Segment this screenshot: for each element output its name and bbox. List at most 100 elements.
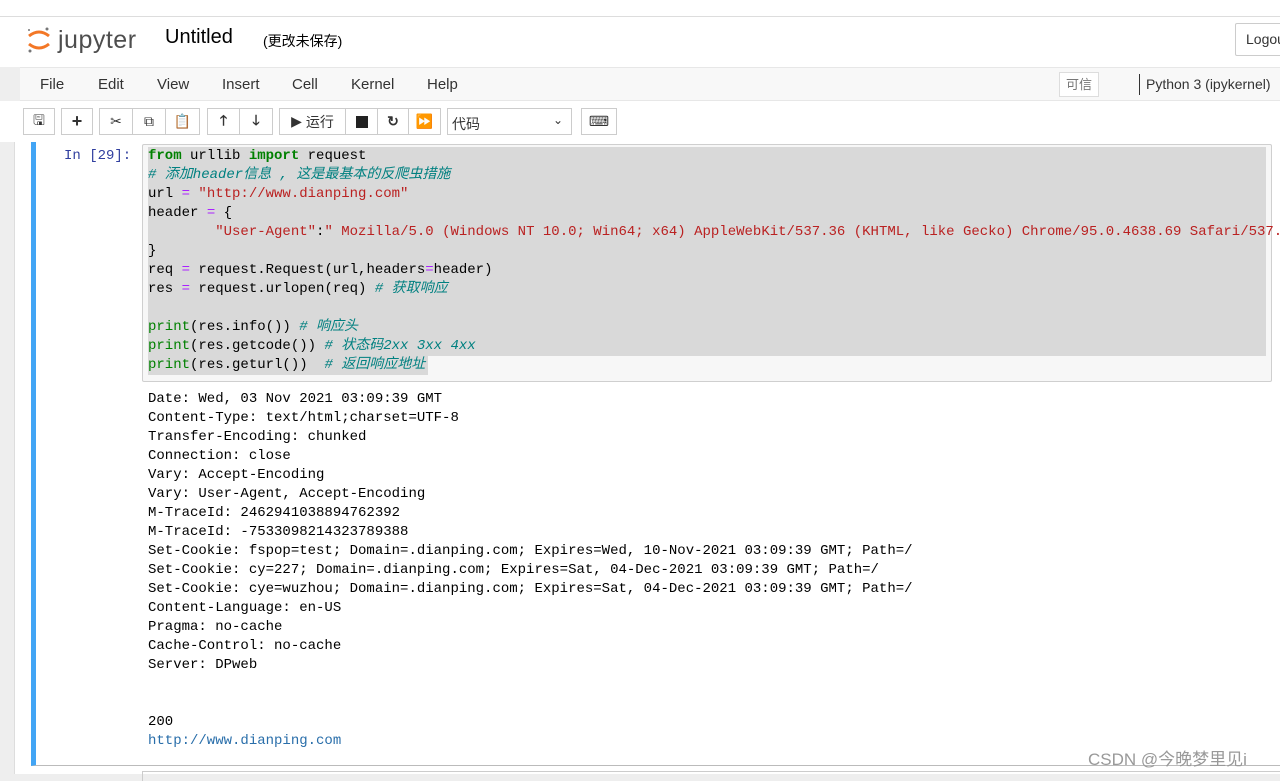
menu-cell[interactable]: Cell bbox=[292, 76, 318, 93]
jupyter-logo-icon bbox=[28, 27, 50, 53]
jupyter-logo[interactable]: jupyter bbox=[26, 25, 137, 55]
restart-run-all-button[interactable]: ⏩ bbox=[408, 108, 441, 135]
code-token: header bbox=[148, 205, 207, 221]
code-token: # 获取响应 bbox=[374, 281, 448, 297]
restart-icon: ↻ bbox=[387, 113, 399, 129]
menu-view[interactable]: View bbox=[157, 76, 189, 93]
cell-output: Date: Wed, 03 Nov 2021 03:09:39 GMT Conte… bbox=[148, 390, 913, 751]
code-token: print bbox=[148, 357, 191, 373]
paste-icon: 📋 bbox=[173, 113, 192, 129]
output-line: Pragma: no-cache bbox=[148, 619, 283, 635]
output-line: Server: DPweb bbox=[148, 657, 258, 673]
command-palette-button[interactable]: ⌨ bbox=[581, 108, 617, 135]
bookmarks-bar bbox=[0, 0, 1280, 17]
menu-insert[interactable]: Insert bbox=[222, 76, 260, 93]
code-token: (res.info()) bbox=[190, 319, 300, 335]
trusted-indicator[interactable]: 可信 bbox=[1059, 72, 1099, 97]
menu-help[interactable]: Help bbox=[427, 76, 458, 93]
kernel-name: Python 3 (ipykernel) bbox=[1139, 74, 1271, 95]
menu-file[interactable]: File bbox=[40, 76, 64, 93]
code-editor[interactable]: from urllib import request # 添加header信息 ,… bbox=[142, 144, 1280, 382]
cut-icon: ✂ bbox=[110, 113, 122, 129]
code-token: print bbox=[148, 338, 191, 354]
code-line: } bbox=[148, 242, 1266, 261]
menu-bar: File Edit View Insert Cell Kernel Help 可… bbox=[20, 67, 1280, 101]
code-token: = bbox=[181, 262, 191, 278]
code-text[interactable]: from urllib import request # 添加header信息 ,… bbox=[148, 147, 1280, 375]
code-token: { bbox=[215, 205, 233, 221]
code-token: "User-Agent" bbox=[215, 224, 317, 240]
code-line bbox=[148, 299, 1266, 318]
output-line: Set-Cookie: cye=wuzhou; Domain=.dianping… bbox=[148, 581, 913, 597]
notebook-header: jupyter Untitled (更改未保存) Logout bbox=[0, 17, 1280, 67]
run-icon: ▶ bbox=[291, 113, 302, 129]
code-line: res = request.urlopen(req) # 获取响应 bbox=[148, 280, 1266, 299]
code-line: print(res.getcode()) # 状态码2xx 3xx 4xx bbox=[148, 337, 1266, 356]
output-line: Set-Cookie: fspop=test; Domain=.dianping… bbox=[148, 543, 913, 559]
code-token: request.urlopen(req) bbox=[190, 281, 375, 297]
save-button[interactable]: 🖫 bbox=[23, 108, 55, 135]
code-token: res bbox=[148, 281, 182, 297]
output-line: M-TraceId: -7533098214323789388 bbox=[148, 524, 409, 540]
cell-type-value: 代码 bbox=[452, 116, 480, 132]
code-token: = bbox=[181, 281, 191, 297]
menu-kernel[interactable]: Kernel bbox=[351, 76, 394, 93]
arrow-down-icon: 🡓 bbox=[252, 111, 260, 128]
code-token: from bbox=[148, 148, 182, 164]
code-line: req = request.Request(url,headers=header… bbox=[148, 261, 1266, 280]
code-line: from urllib import request bbox=[148, 147, 1266, 166]
output-line: Vary: Accept-Encoding bbox=[148, 467, 325, 483]
code-token: (res.geturl()) bbox=[190, 357, 325, 373]
code-token: print bbox=[148, 319, 191, 335]
code-token: = bbox=[206, 205, 216, 221]
insert-cell-button[interactable]: + bbox=[61, 108, 93, 135]
code-cell[interactable]: In [29]: from urllib import request # 添加h… bbox=[31, 142, 1280, 766]
code-line: print(res.geturl()) # 返回响应地址 bbox=[148, 356, 428, 375]
chevron-down-icon: ⌄ bbox=[552, 113, 563, 127]
code-line: # 添加header信息 , 这是最基本的反爬虫措施 bbox=[148, 166, 1266, 185]
code-token: import bbox=[248, 148, 300, 164]
notebook-title[interactable]: Untitled bbox=[165, 26, 233, 49]
code-token: urllib bbox=[181, 148, 249, 164]
restart-button[interactable]: ↻ bbox=[377, 108, 409, 135]
output-line: Transfer-Encoding: chunked bbox=[148, 429, 367, 445]
code-token: " Mozilla/5.0 (Windows NT 10.0; Win64; x… bbox=[324, 224, 1280, 240]
output-line: 200 bbox=[148, 714, 174, 730]
code-token: request.Request(url,headers bbox=[190, 262, 426, 278]
cell-type-select[interactable]: 代码 ⌄ bbox=[447, 108, 572, 135]
code-line: print(res.info()) # 响应头 bbox=[148, 318, 1266, 337]
move-down-button[interactable]: 🡓 bbox=[239, 108, 273, 135]
keyboard-icon: ⌨ bbox=[588, 113, 610, 129]
cut-button[interactable]: ✂ bbox=[99, 108, 133, 135]
code-token: } bbox=[148, 243, 157, 259]
next-cell[interactable] bbox=[142, 771, 1280, 781]
code-token: # 状态码2xx 3xx 4xx bbox=[324, 338, 476, 354]
move-up-button[interactable]: 🡑 bbox=[207, 108, 240, 135]
output-line: M-TraceId: 2462941038894762392 bbox=[148, 505, 401, 521]
output-line: Content-Language: en-US bbox=[148, 600, 342, 616]
code-token: request bbox=[299, 148, 367, 164]
output-line: Date: Wed, 03 Nov 2021 03:09:39 GMT bbox=[148, 391, 443, 407]
output-line: Cache-Control: no-cache bbox=[148, 638, 342, 654]
input-prompt: In [29]: bbox=[64, 148, 132, 164]
copy-button[interactable]: ⧉ bbox=[132, 108, 166, 135]
output-line: Content-Type: text/html;charset=UTF-8 bbox=[148, 410, 459, 426]
output-link[interactable]: http://www.dianping.com bbox=[148, 733, 341, 749]
menu-edit[interactable]: Edit bbox=[98, 76, 124, 93]
notebook-container: In [29]: from urllib import request # 添加h… bbox=[14, 142, 1280, 781]
output-line: Vary: User-Agent, Accept-Encoding bbox=[148, 486, 426, 502]
code-token: header) bbox=[433, 262, 493, 278]
code-token: = bbox=[425, 262, 434, 278]
interrupt-button[interactable] bbox=[345, 108, 378, 135]
code-token: # 添加header信息 , 这是最基本的反爬虫措施 bbox=[148, 167, 451, 183]
code-token: url bbox=[148, 186, 182, 202]
logo-text: jupyter bbox=[58, 25, 137, 54]
fast-forward-icon: ⏩ bbox=[415, 113, 434, 129]
run-button[interactable]: ▶ 运行 bbox=[279, 108, 346, 135]
code-token: (res.getcode()) bbox=[190, 338, 325, 354]
logout-button[interactable]: Logout bbox=[1235, 23, 1280, 56]
paste-button[interactable]: 📋 bbox=[165, 108, 200, 135]
code-line: "User-Agent":" Mozilla/5.0 (Windows NT 1… bbox=[148, 223, 1280, 242]
